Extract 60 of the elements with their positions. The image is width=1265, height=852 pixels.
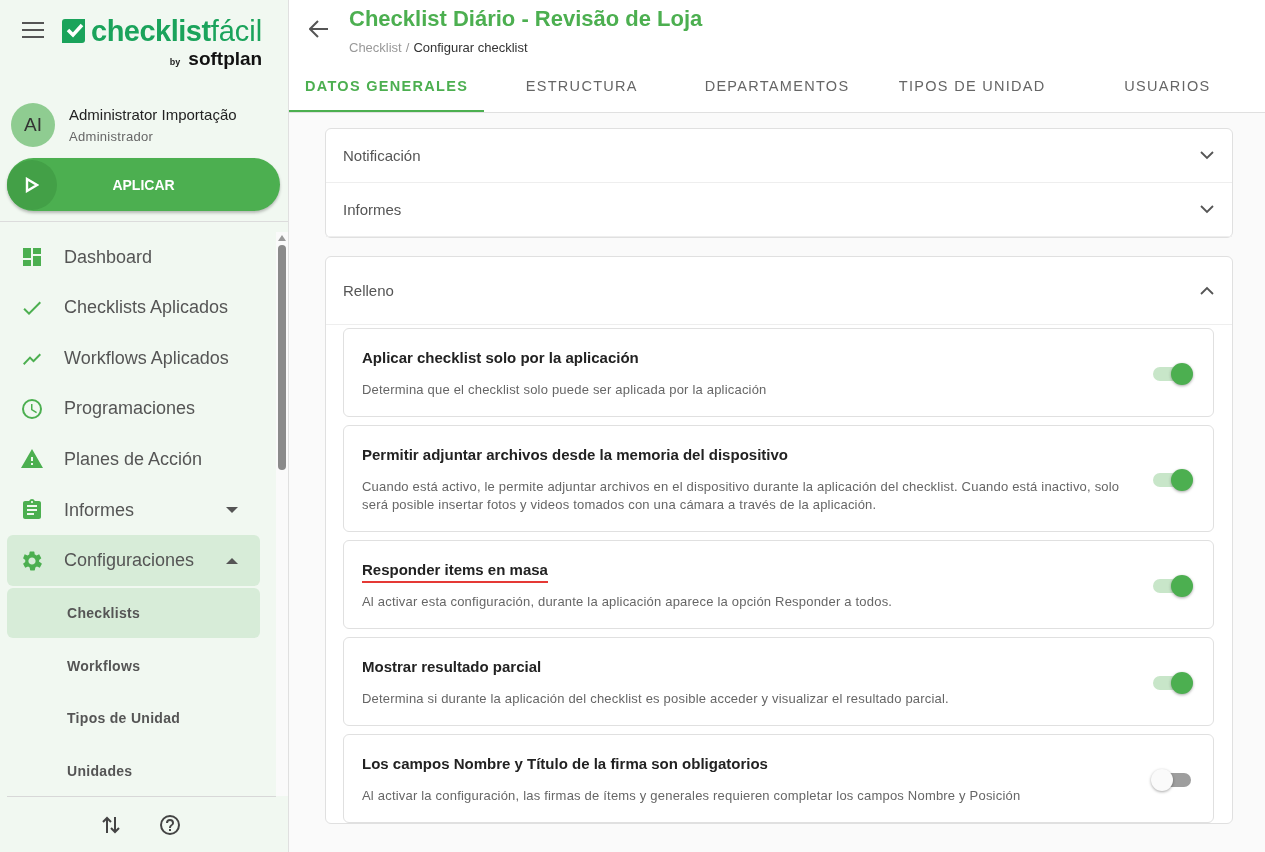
breadcrumb-current: Configurar checklist [413, 40, 528, 55]
scroll-up-icon [278, 235, 286, 241]
toggle-switch[interactable] [1151, 768, 1193, 792]
nav-item[interactable]: Configuraciones [7, 535, 260, 586]
chevron-icon [1200, 205, 1214, 214]
setting-title: Aplicar checklist solo por la aplicación [362, 349, 639, 368]
nav-item[interactable]: Dashboard [7, 232, 260, 283]
checkbox-logo-icon [62, 19, 88, 43]
toggle-switch[interactable] [1151, 671, 1193, 695]
nav-item[interactable]: Workflows Aplicados [7, 333, 260, 384]
nav-item[interactable]: Planes de Acción [7, 434, 260, 485]
chevron-icon [1200, 286, 1214, 295]
setting-description: Determina si durante la aplicación del checklist es posible acceder y visualizar el resultado parcial. [362, 690, 950, 708]
setting-title: Mostrar resultado parcial [362, 658, 542, 677]
logo-text: fácil [210, 15, 263, 47]
menu-icon [22, 22, 44, 38]
caret-icon [226, 507, 238, 513]
clock-icon [20, 396, 44, 421]
toggle-switch[interactable] [1151, 468, 1193, 492]
accordion-header[interactable]: Informes [326, 183, 1232, 237]
breadcrumb-separator: / [405, 40, 410, 55]
setting-description: Determina que el checklist solo puede ser aplicada por la aplicación [362, 381, 768, 399]
partner-logo-text: softplan [188, 48, 263, 70]
nav-item[interactable]: Programaciones [7, 383, 260, 435]
swap-arrows-icon [101, 814, 120, 835]
nav-item[interactable]: Checklists Aplicados [7, 282, 260, 334]
nav-item[interactable]: Informes [7, 484, 260, 536]
setting-title: Responder items en masa [362, 561, 548, 583]
nav-subitem[interactable]: Checklists [7, 587, 260, 639]
play-icon [25, 176, 39, 193]
user-role: Administrador [69, 129, 155, 144]
back-arrow-icon [309, 20, 329, 38]
setting-description: Al activar la configuración, las firmas de ítems y generales requieren completar los campos Nombre y Posición [362, 787, 1022, 805]
accordion-header[interactable]: Notificación [326, 129, 1232, 183]
logo-text: checklist [91, 15, 211, 47]
caret-icon [226, 557, 238, 564]
setting-title: Los campos Nombre y Título de la firma son obligatorios [362, 755, 768, 774]
nav-subitem[interactable]: Unidades [7, 745, 260, 796]
user-name: Administrator Importação [69, 106, 237, 123]
toggle-switch[interactable] [1151, 574, 1193, 598]
setting-description: Cuando está activo, le permite adjuntar archivos en el dispositivo durante la aplicación del checklist. Cuando está inactivo, solo será posible insertar fotos y videos tomados con una cámara a través de la aplicación. [362, 478, 1121, 514]
help-icon [157, 812, 182, 837]
user-avatar: AI [11, 103, 55, 147]
sort-button[interactable] [101, 814, 120, 835]
logo-by-text: by [169, 57, 181, 67]
clipboard-icon [20, 498, 44, 522]
chevron-icon [1200, 151, 1214, 160]
setting-description: Al activar esta configuración, durante la aplicación aparece la opción Responder a todos. [362, 593, 894, 611]
tab[interactable]: USUARIOS [1069, 62, 1265, 112]
setting-title: Permitir adjuntar archivos desde la memoria del dispositivo [362, 446, 788, 465]
nav-subitem[interactable]: Tipos de Unidad [7, 692, 260, 744]
tab[interactable]: TIPOS DE UNIDAD [874, 62, 1070, 112]
toggle-switch[interactable] [1151, 362, 1193, 386]
nav-subitem[interactable]: Workflows [7, 640, 260, 691]
help-button[interactable] [157, 812, 182, 837]
tab[interactable]: ESTRUCTURA [484, 62, 680, 112]
page-title: Checklist Diário - Revisão de Loja [349, 6, 703, 32]
back-button[interactable] [309, 20, 329, 38]
tab[interactable]: DEPARTAMENTOS [679, 62, 875, 112]
accordion-header[interactable]: Relleno [326, 257, 1232, 325]
